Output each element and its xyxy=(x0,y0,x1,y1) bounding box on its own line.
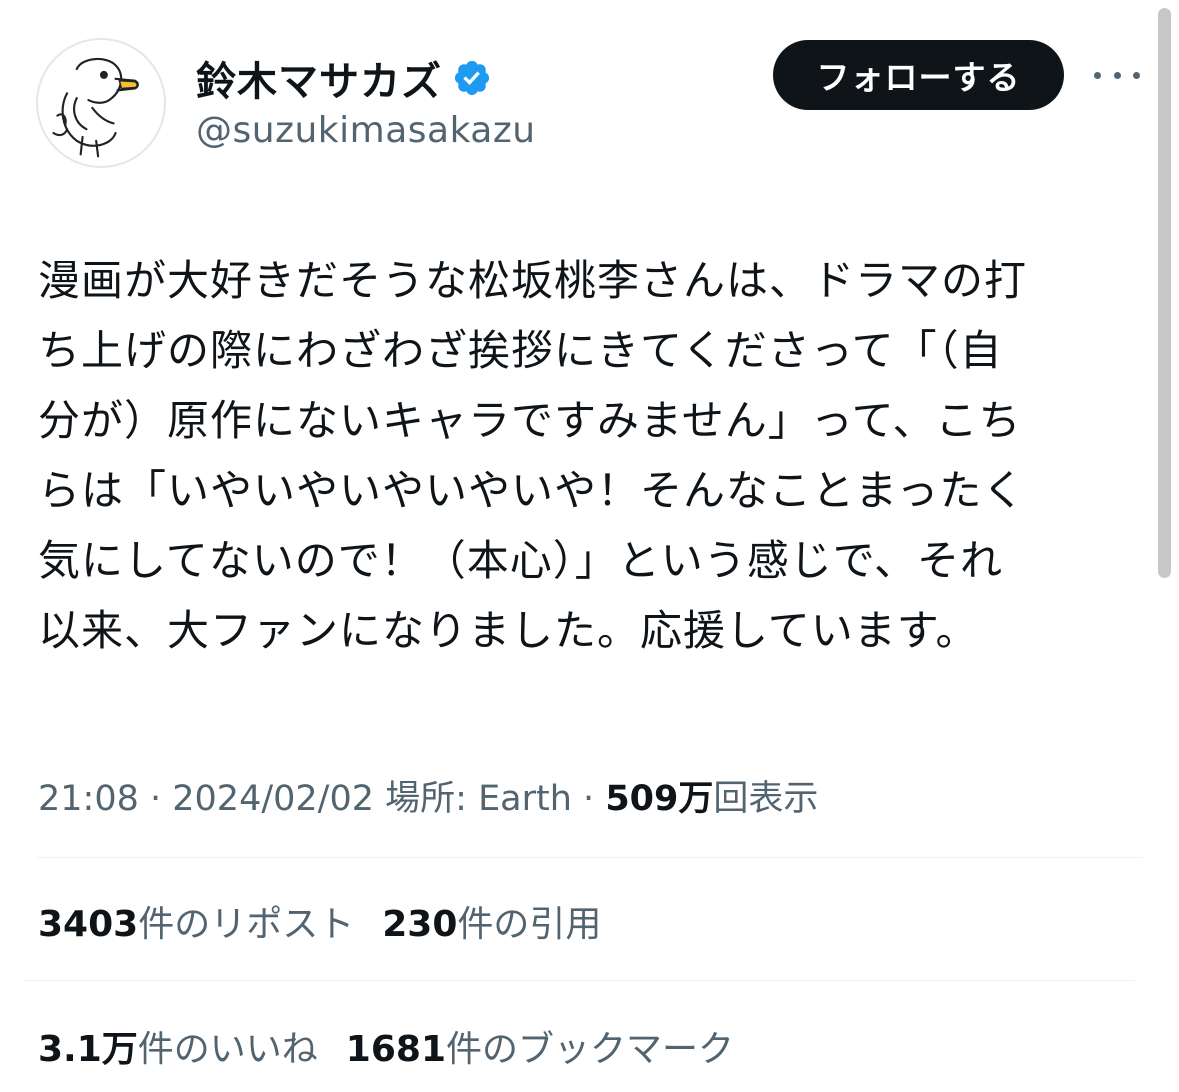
user-name-row[interactable]: 鈴木マサカズ xyxy=(196,50,492,106)
more-options-icon[interactable] xyxy=(1094,60,1140,90)
reposts-label: 件のリポスト xyxy=(138,904,355,945)
views-label[interactable]: 回表示 xyxy=(713,779,818,819)
tweet-meta: 21:08 · 2024/02/02 場所: Earth · 509万回表示 xyxy=(38,770,818,821)
location-label: 場所: xyxy=(385,779,479,819)
views-count[interactable]: 509万 xyxy=(605,779,713,819)
tweet-time[interactable]: 21:08 xyxy=(38,779,139,819)
reposts-count: 3403 xyxy=(38,904,139,945)
dot xyxy=(1094,71,1101,79)
divider xyxy=(36,857,1143,858)
tweet-text: 漫画が大好きだそうな松坂桃李さんは、ドラマの打 ち上げの際にわざわざ挨拶にきてく… xyxy=(38,256,1028,655)
quotes-label: 件の引用 xyxy=(457,904,602,945)
location: Earth xyxy=(478,779,572,819)
user-handle[interactable]: @suzukimasakazu xyxy=(196,110,536,151)
scrollbar[interactable] xyxy=(1158,8,1171,578)
verified-badge-icon[interactable] xyxy=(452,58,492,98)
follow-button[interactable]: フォローする xyxy=(773,40,1064,110)
quotes-count: 230 xyxy=(382,904,458,945)
bookmarks-stat[interactable]: 1681件のブックマーク xyxy=(346,1029,734,1070)
dot xyxy=(1133,71,1140,79)
likes-stat[interactable]: 3.1万件のいいね xyxy=(38,1029,318,1070)
stats-row-engagement: 3.1万件のいいね 1681件のブックマーク xyxy=(38,1020,762,1072)
tweet-date[interactable]: 2024/02/02 xyxy=(172,779,374,819)
dot xyxy=(1113,71,1121,79)
likes-label: 件のいいね xyxy=(137,1029,318,1070)
stats-row-shares: 3403件のリポスト 230件の引用 xyxy=(38,895,629,947)
display-name[interactable]: 鈴木マサカズ xyxy=(196,49,442,107)
quotes-stat[interactable]: 230件の引用 xyxy=(382,904,601,945)
reposts-stat[interactable]: 3403件のリポスト xyxy=(38,904,354,945)
bookmarks-count: 1681 xyxy=(345,1029,446,1070)
separator: · xyxy=(138,779,173,819)
duck-drawing-avatar xyxy=(52,58,139,158)
divider xyxy=(24,980,1134,981)
bookmarks-label: 件のブックマーク xyxy=(446,1029,735,1070)
likes-count: 3.1万 xyxy=(38,1029,138,1070)
avatar[interactable] xyxy=(36,38,166,168)
separator: · xyxy=(571,779,606,819)
